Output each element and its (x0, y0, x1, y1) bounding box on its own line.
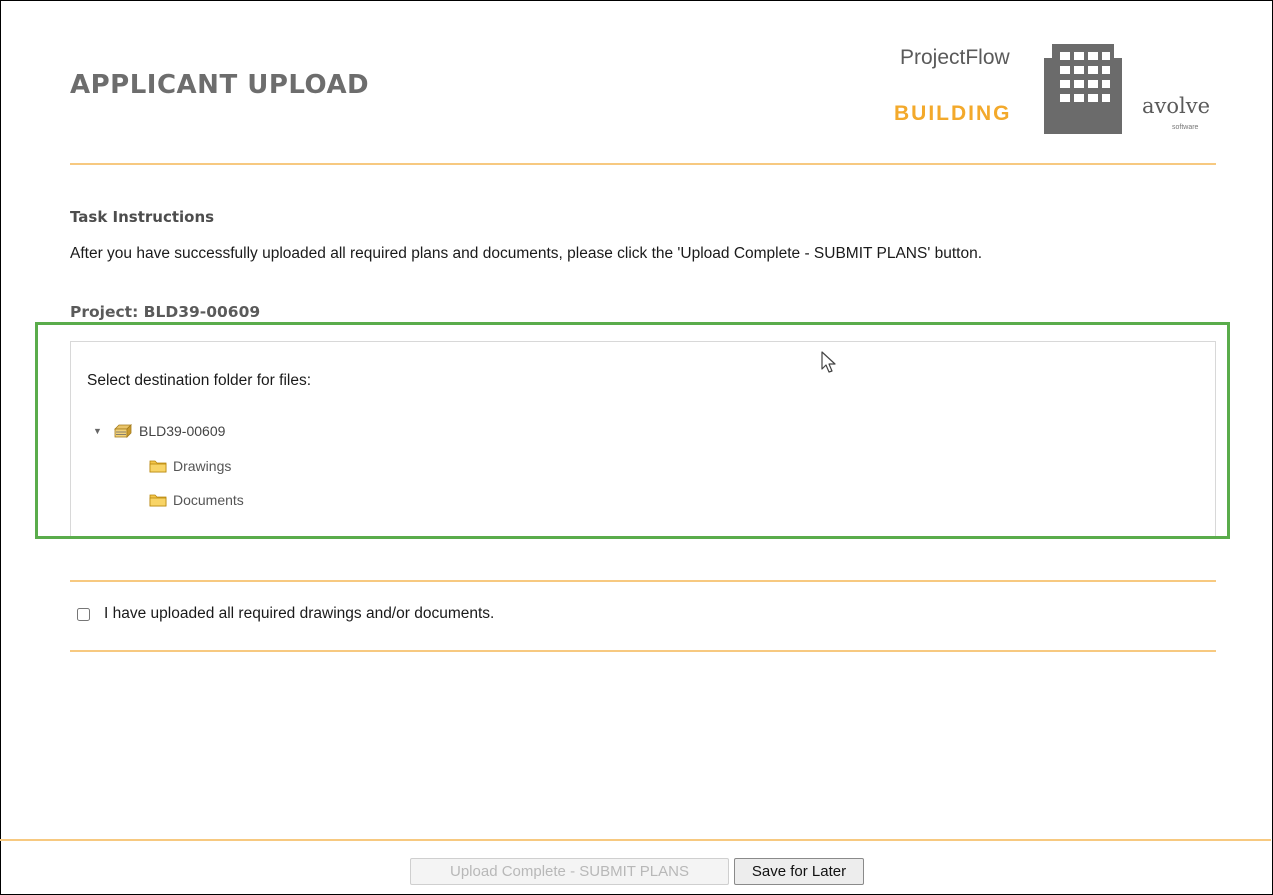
avolve-logo-text: avolve (1142, 94, 1211, 118)
tree-node-root-label[interactable]: BLD39-00609 (139, 423, 225, 439)
footer-divider (0, 839, 1271, 841)
tree-node-drawings-label[interactable]: Drawings (173, 458, 231, 474)
mouse-cursor-icon (821, 351, 836, 373)
logo-projectflow-text: ProjectFlow (900, 46, 1010, 69)
section-divider-top (70, 580, 1216, 582)
project-label: Project: BLD39-00609 (70, 303, 261, 321)
tree-node-documents[interactable]: Documents (149, 492, 244, 508)
expand-caret-icon[interactable]: ▼ (93, 426, 105, 436)
folder-tree-panel: Select destination folder for files: ▼ B… (70, 341, 1216, 537)
avolve-logo-subtext: software (1172, 124, 1199, 131)
tree-node-drawings[interactable]: Drawings (149, 458, 231, 474)
building-icon (1044, 44, 1122, 134)
projectflow-logo: ProjectFlow BUILDING avolve software (890, 44, 1220, 134)
upload-confirmation-row: I have uploaded all required drawings an… (77, 605, 494, 623)
folder-icon (149, 494, 167, 507)
task-instructions-text: After you have successfully uploaded all… (70, 245, 983, 262)
submit-plans-button[interactable]: Upload Complete - SUBMIT PLANS (410, 858, 729, 885)
section-divider-bottom (70, 650, 1216, 652)
header-divider (70, 163, 1216, 165)
logo-building-text: BUILDING (894, 102, 1012, 125)
folder-tree-title: Select destination folder for files: (87, 372, 312, 389)
save-for-later-button[interactable]: Save for Later (734, 858, 864, 885)
tree-node-documents-label[interactable]: Documents (173, 492, 244, 508)
upload-confirmation-checkbox[interactable] (77, 607, 90, 621)
tree-node-root[interactable]: ▼ BLD39-00609 (93, 423, 225, 439)
folder-icon (149, 460, 167, 473)
page-title: APPLICANT UPLOAD (70, 70, 370, 100)
task-instructions-heading: Task Instructions (70, 208, 215, 226)
upload-confirmation-label[interactable]: I have uploaded all required drawings an… (104, 605, 494, 623)
folder-stack-icon (114, 424, 132, 438)
